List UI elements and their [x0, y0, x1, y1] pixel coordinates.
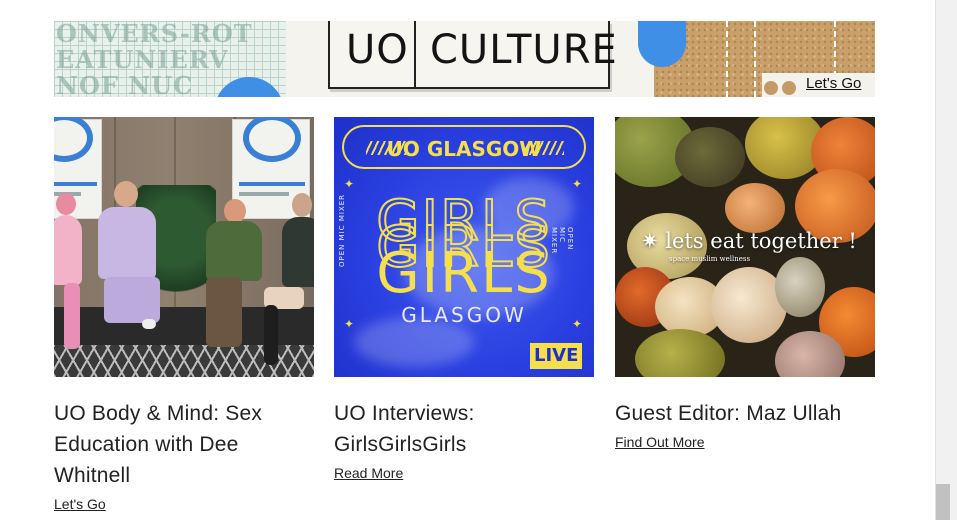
fruit: [775, 257, 825, 317]
vertical-scrollbar[interactable]: [935, 0, 957, 520]
banner-stitch: [726, 21, 728, 97]
article-card-body-mind[interactable]: UO Body & Mind: Sex Education with Dee W…: [54, 117, 314, 514]
article-title[interactable]: UO Body & Mind: Sex Education with Dee W…: [54, 398, 314, 491]
poster-big-word: GIRLS: [376, 241, 552, 306]
article-card-girlsgirlsgirls[interactable]: UO GLASGOW ✦ ✦ ✦ ✦ OPEN MIC MIXER OPEN M…: [334, 117, 594, 483]
scrollbar-thumb[interactable]: [936, 484, 950, 520]
article-card-guest-editor[interactable]: ✷ lets eat together ! space muslim welln…: [615, 117, 875, 452]
article-title[interactable]: Guest Editor: Maz Ullah: [615, 398, 875, 429]
banner-logo-box: UO CULTURE: [328, 21, 617, 89]
panel-discussion-photo[interactable]: [54, 117, 314, 377]
fruit: [635, 329, 725, 377]
page: ONVERS-ROT EATUNIERV NOF NUC UO CULTURE Le…: [0, 0, 957, 520]
banner-lets-go-link[interactable]: Let's Go: [806, 75, 861, 92]
poster-header: UO GLASGOW: [386, 137, 542, 161]
banner-stitch: [754, 21, 756, 97]
fruit-still-life-photo[interactable]: ✷ lets eat together ! space muslim welln…: [615, 117, 875, 377]
fruit: [725, 183, 785, 233]
banner-logo-left: UO: [346, 27, 409, 73]
article-title[interactable]: UO Interviews: GirlsGirlsGirls: [334, 398, 594, 460]
poster-header-pill: UO GLASGOW: [342, 125, 586, 169]
banner-logo-divider: [414, 21, 416, 87]
lets-go-link[interactable]: Let's Go: [54, 496, 106, 512]
banner-logo-right: CULTURE: [430, 27, 618, 73]
banner-blue-shape-2: [638, 21, 686, 67]
overlay-subtitle: space muslim wellness: [669, 255, 751, 263]
find-out-more-link[interactable]: Find Out More: [615, 434, 704, 450]
read-more-link[interactable]: Read More: [334, 465, 403, 481]
overlay-title: ✷ lets eat together !: [641, 229, 857, 253]
live-badge: LIVE: [530, 343, 583, 369]
poster-city: GLASGOW: [401, 303, 527, 327]
uo-culture-banner[interactable]: ONVERS-ROT EATUNIERV NOF NUC UO CULTURE Le…: [54, 21, 875, 97]
girls-glasgow-poster[interactable]: UO GLASGOW ✦ ✦ ✦ ✦ OPEN MIC MIXER OPEN M…: [334, 117, 594, 377]
banner-dots: [764, 81, 800, 97]
fruit: [675, 127, 745, 187]
